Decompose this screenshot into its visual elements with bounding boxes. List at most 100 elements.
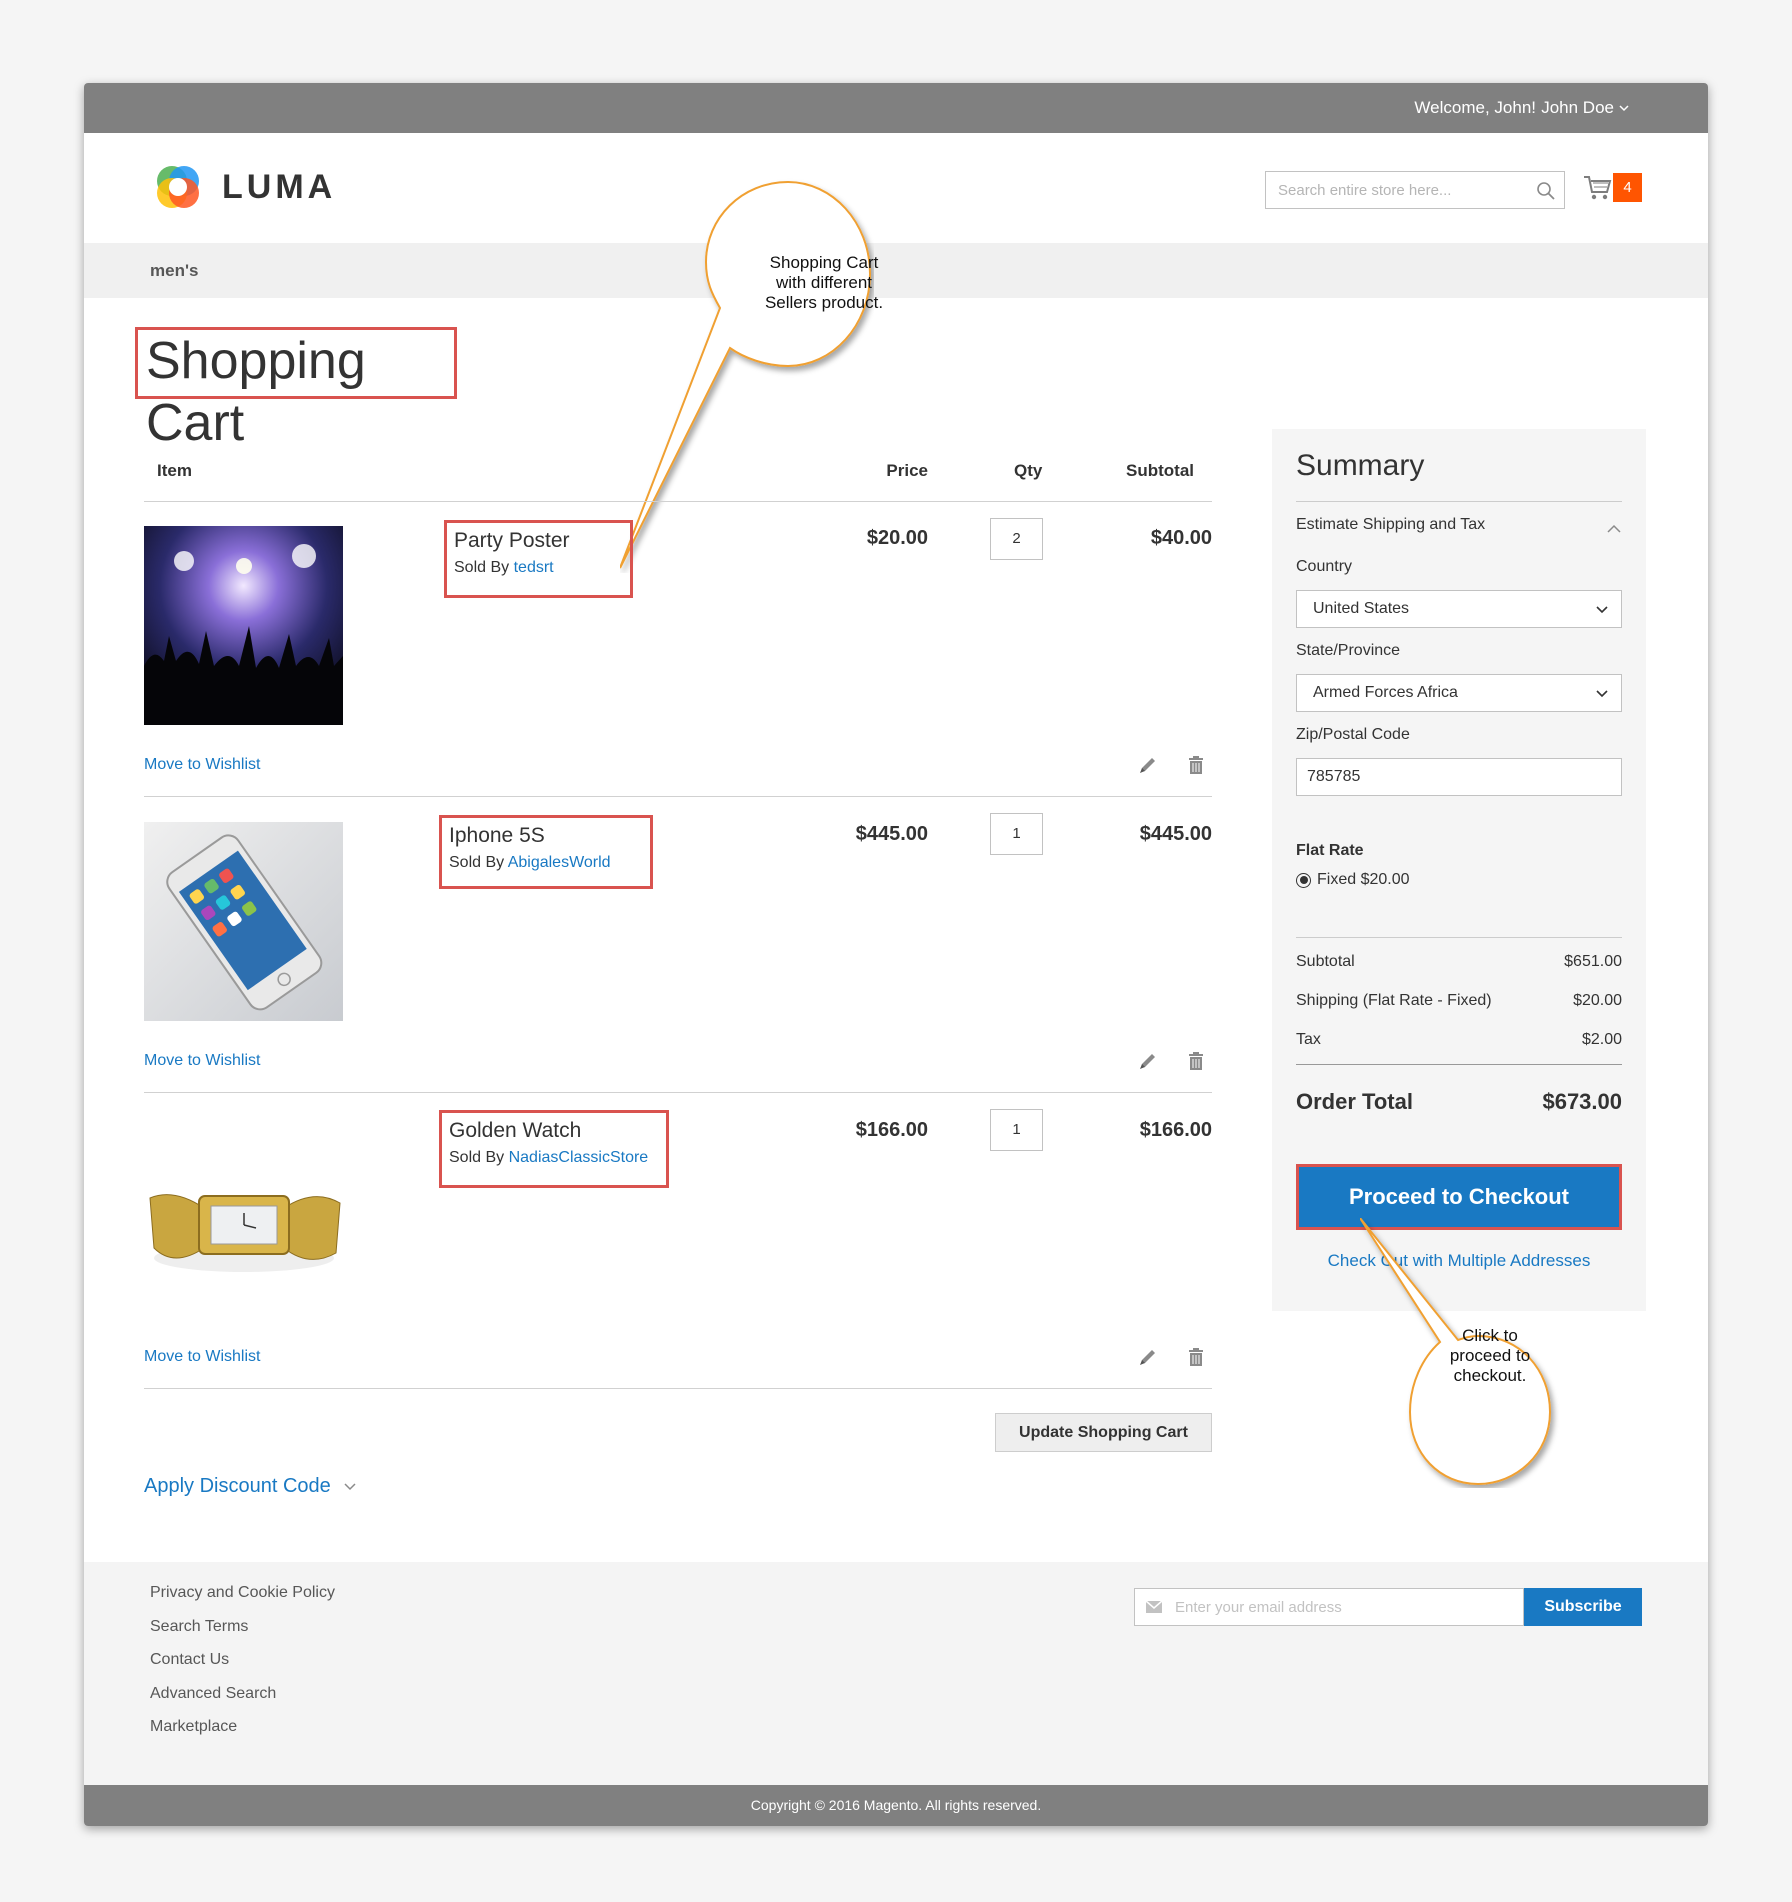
divider: [144, 796, 1212, 797]
shipping-option-fixed[interactable]: Fixed $20.00: [1296, 871, 1410, 889]
order-summary: Summary Estimate Shipping and Tax Countr…: [1272, 429, 1646, 1311]
luma-logo-icon: [157, 166, 199, 208]
state-select[interactable]: Armed Forces Africa: [1296, 674, 1622, 712]
newsletter-email-input[interactable]: [1175, 1598, 1505, 1616]
newsletter-field: [1134, 1588, 1524, 1626]
zip-label: Zip/Postal Code: [1296, 726, 1410, 743]
checkout-callout-text: Click to proceed to checkout.: [1449, 1326, 1531, 1385]
move-to-wishlist-link[interactable]: Move to Wishlist: [144, 1052, 260, 1070]
browser-page: Welcome, John! John Doe LUMA Search enti…: [84, 83, 1708, 1826]
trash-icon[interactable]: [1185, 754, 1207, 776]
item-subtotal: $40.00: [1150, 527, 1212, 549]
chevron-down-icon: [344, 1482, 356, 1490]
radio-selected-icon[interactable]: [1296, 872, 1311, 888]
footer-link-contact[interactable]: Contact Us: [150, 1651, 229, 1669]
main-navigation: men's: [84, 243, 1708, 298]
move-to-wishlist-link[interactable]: Move to Wishlist: [144, 756, 260, 774]
page-title: Shopping Cart: [135, 327, 457, 452]
welcome-message: Welcome, John!: [1414, 98, 1536, 117]
divider: [1296, 501, 1622, 502]
tax-label: Tax: [1296, 1031, 1321, 1048]
product-image-party-poster[interactable]: [144, 526, 343, 725]
account-menu[interactable]: John Doe: [1541, 98, 1630, 118]
seller-link[interactable]: AbigalesWorld: [508, 854, 611, 871]
cart-icon: [1584, 175, 1612, 199]
shipping-value: $20.00: [1573, 992, 1622, 1009]
sold-by-label: Sold By: [449, 854, 505, 871]
column-header-item: Item: [157, 461, 192, 480]
tax-value: $2.00: [1581, 1031, 1622, 1048]
product-info-party-poster: Party Poster Sold By tedsrt: [444, 520, 633, 598]
footer-link-privacy[interactable]: Privacy and Cookie Policy: [150, 1584, 335, 1602]
shipping-label: Shipping (Flat Rate - Fixed): [1296, 992, 1492, 1009]
sold-by: Sold By tedsrt: [454, 555, 623, 581]
product-name[interactable]: Golden Watch: [449, 1117, 659, 1145]
update-shopping-cart-button[interactable]: Update Shopping Cart: [995, 1413, 1212, 1452]
minicart[interactable]: 4: [1583, 173, 1642, 202]
copyright-bar: Copyright © 2016 Magento. All rights res…: [84, 1785, 1708, 1826]
nav-item-mens[interactable]: men's: [150, 261, 198, 281]
footer-link-advanced-search[interactable]: Advanced Search: [150, 1685, 276, 1703]
move-to-wishlist-link[interactable]: Move to Wishlist: [144, 1348, 260, 1366]
pencil-icon[interactable]: [1137, 1050, 1159, 1072]
order-total-label: Order Total: [1296, 1089, 1413, 1114]
summary-title: Summary: [1296, 449, 1425, 482]
state-label: State/Province: [1296, 642, 1401, 659]
footer-link-marketplace[interactable]: Marketplace: [150, 1718, 237, 1736]
product-name[interactable]: Iphone 5S: [449, 822, 643, 850]
column-header-price: Price: [886, 461, 928, 480]
seller-link[interactable]: tedsrt: [514, 559, 554, 576]
sold-by-label: Sold By: [449, 1149, 505, 1166]
estimate-shipping-toggle[interactable]: Estimate Shipping and Tax: [1296, 516, 1485, 534]
search-box: [1265, 171, 1565, 209]
seller-link[interactable]: NadiasClassicStore: [509, 1149, 649, 1166]
top-bar: Welcome, John! John Doe: [84, 83, 1708, 133]
chevron-down-icon: [1596, 606, 1608, 614]
sold-by-label: Sold By: [454, 559, 510, 576]
product-image-golden-watch[interactable]: [144, 1118, 343, 1317]
footer-link-search-terms[interactable]: Search Terms: [150, 1618, 248, 1636]
search-input[interactable]: [1266, 181, 1526, 199]
divider: [144, 1388, 1212, 1389]
divider: [144, 501, 1212, 502]
subtotal-value: $651.00: [1564, 953, 1622, 970]
trash-icon[interactable]: [1185, 1346, 1207, 1368]
subtotal-label: Subtotal: [1296, 953, 1355, 970]
product-name[interactable]: Party Poster: [454, 527, 623, 555]
item-price: $445.00: [855, 823, 928, 845]
item-price: $166.00: [855, 1119, 928, 1141]
country-select[interactable]: United States: [1296, 590, 1622, 628]
trash-icon[interactable]: [1185, 1050, 1207, 1072]
envelope-icon: [1145, 1600, 1163, 1613]
cart-count-badge: 4: [1613, 173, 1642, 202]
item-subtotal: $445.00: [1139, 823, 1212, 845]
luma-logo[interactable]: LUMA: [150, 159, 336, 215]
apply-discount-label: Apply Discount Code: [144, 1475, 331, 1497]
search-icon[interactable]: [1536, 181, 1556, 201]
apply-discount-toggle[interactable]: Apply Discount Code: [144, 1475, 357, 1498]
sold-by: Sold By NadiasClassicStore: [449, 1145, 659, 1171]
pencil-icon[interactable]: [1137, 754, 1159, 776]
logo-text: LUMA: [222, 167, 337, 206]
product-info-iphone: Iphone 5S Sold By AbigalesWorld: [439, 815, 653, 889]
country-value: United States: [1313, 600, 1410, 617]
zip-input[interactable]: 785785: [1296, 758, 1622, 796]
subscribe-button[interactable]: Subscribe: [1524, 1588, 1642, 1626]
sellers-callout-text: Shopping Cart with different Sellers pro…: [764, 253, 884, 312]
divider: [144, 1092, 1212, 1093]
chevron-up-icon[interactable]: [1606, 524, 1622, 534]
state-value: Armed Forces Africa: [1313, 684, 1458, 701]
flat-rate-label: Flat Rate: [1296, 842, 1364, 859]
sold-by: Sold By AbigalesWorld: [449, 850, 643, 876]
order-total-value: $673.00: [1542, 1089, 1622, 1114]
pencil-icon[interactable]: [1137, 1346, 1159, 1368]
chevron-down-icon: [1619, 105, 1629, 112]
country-label: Country: [1296, 558, 1353, 575]
qty-input[interactable]: 2: [990, 518, 1043, 560]
user-name: John Doe: [1541, 98, 1614, 117]
product-image-iphone[interactable]: [144, 822, 343, 1021]
sellers-callout-bubble: [620, 180, 872, 569]
qty-input[interactable]: 1: [990, 1109, 1043, 1151]
qty-input[interactable]: 1: [990, 813, 1043, 855]
divider: [1296, 1064, 1622, 1065]
